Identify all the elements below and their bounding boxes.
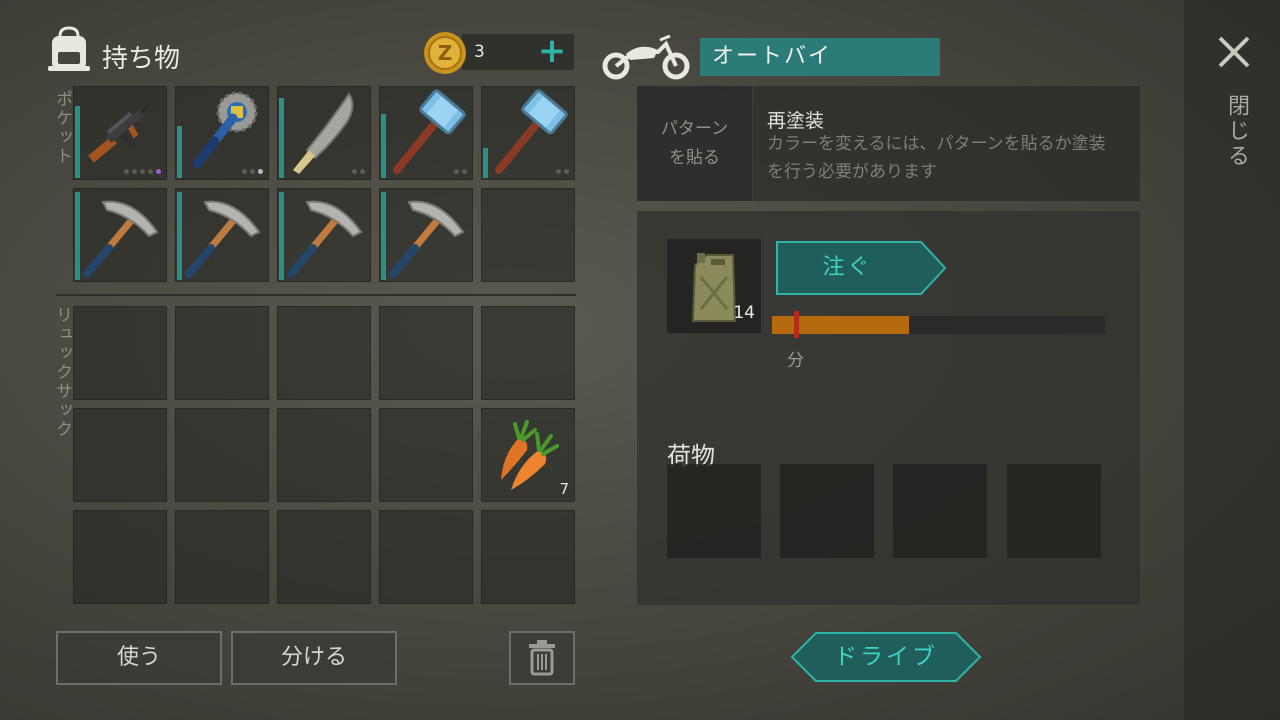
tier-dots (124, 169, 161, 174)
sledgehammer-icon (495, 89, 568, 174)
fuel-marker (794, 311, 799, 338)
cargo-slot[interactable] (893, 464, 987, 558)
cargo-slot[interactable] (780, 464, 874, 558)
backpack-icon (48, 26, 90, 71)
backpack-slot[interactable] (481, 510, 575, 604)
pickaxe-icon (185, 200, 261, 278)
fuel-bar-fill (772, 316, 909, 334)
pocket-slot[interactable] (379, 188, 473, 282)
backpack-slot[interactable] (481, 306, 575, 400)
trash-button[interactable] (509, 631, 575, 685)
svg-text:Z: Z (438, 41, 453, 65)
backpack-slot[interactable] (175, 510, 269, 604)
split-button[interactable]: 分ける (231, 631, 397, 685)
ak-rifle-icon (88, 103, 151, 163)
close-icon[interactable] (1212, 30, 1256, 74)
machete-icon (293, 92, 354, 174)
motorcycle-icon (602, 34, 690, 80)
backpack-slot[interactable] (277, 408, 371, 502)
pocket-slot[interactable] (481, 86, 575, 180)
pattern-label-line2: を貼る (669, 147, 720, 168)
pocket-slot[interactable] (175, 188, 269, 282)
pour-label: 注ぐ (822, 255, 873, 280)
backpack-slot[interactable] (175, 408, 269, 502)
backpack-slot[interactable] (73, 408, 167, 502)
sledgehammer-icon (393, 89, 466, 174)
use-button[interactable]: 使う (56, 631, 222, 685)
close-button[interactable]: 閉じる (1220, 94, 1252, 169)
pocket-slot[interactable] (277, 86, 371, 180)
pattern-label-line1: パターン (660, 118, 729, 139)
divider (56, 294, 576, 296)
pocket-slot-empty[interactable] (481, 188, 575, 282)
tier-dots (352, 169, 365, 174)
tier-dots (454, 169, 467, 174)
backpack-slot[interactable] (277, 306, 371, 400)
pockets-label: ポケット (52, 90, 72, 166)
minutes-label: 分 (787, 351, 804, 371)
tier-dots (242, 169, 263, 174)
inventory-title: 持ち物 (102, 44, 181, 74)
apply-pattern-button[interactable]: パターン を貼る (637, 86, 754, 201)
saw-mace-icon (192, 91, 258, 169)
coin-icon: Z (424, 32, 466, 74)
backpack-slot[interactable] (379, 510, 473, 604)
backpack-slot[interactable] (379, 408, 473, 502)
backpack-slot[interactable] (73, 306, 167, 400)
backpack-slot[interactable]: 7 (481, 408, 575, 502)
drive-label: ドライブ (834, 644, 938, 670)
fuel-quantity: 14 (733, 303, 755, 323)
pocket-slot[interactable] (73, 188, 167, 282)
pocket-slot[interactable] (379, 86, 473, 180)
tier-dots (556, 169, 569, 174)
repaint-description: カラーを変えるには、パターンを貼るか塗装を行う必要があります (767, 134, 1106, 182)
pickaxe-icon (83, 200, 159, 278)
coin-count: 3 (474, 42, 485, 62)
pocket-slot[interactable] (73, 86, 167, 180)
trash-icon (529, 640, 555, 676)
backpack-label: リュックサック (52, 306, 72, 439)
pocket-slot[interactable] (277, 188, 371, 282)
pickaxe-icon (287, 200, 363, 278)
pocket-slot[interactable] (175, 86, 269, 180)
backpack-slot[interactable] (73, 510, 167, 604)
backpack-slot[interactable] (379, 306, 473, 400)
repaint-title: 再塗装 (767, 110, 825, 132)
pickaxe-icon (389, 200, 465, 278)
backpack-slot[interactable] (175, 306, 269, 400)
fuel-slot[interactable]: 14 (667, 239, 761, 333)
add-coins-button[interactable]: + (534, 34, 570, 70)
item-quantity: 7 (559, 480, 569, 498)
vehicle-name: オートバイ (700, 38, 940, 76)
cargo-slot[interactable] (1007, 464, 1101, 558)
cargo-slot[interactable] (667, 464, 761, 558)
backpack-slot[interactable] (277, 510, 371, 604)
